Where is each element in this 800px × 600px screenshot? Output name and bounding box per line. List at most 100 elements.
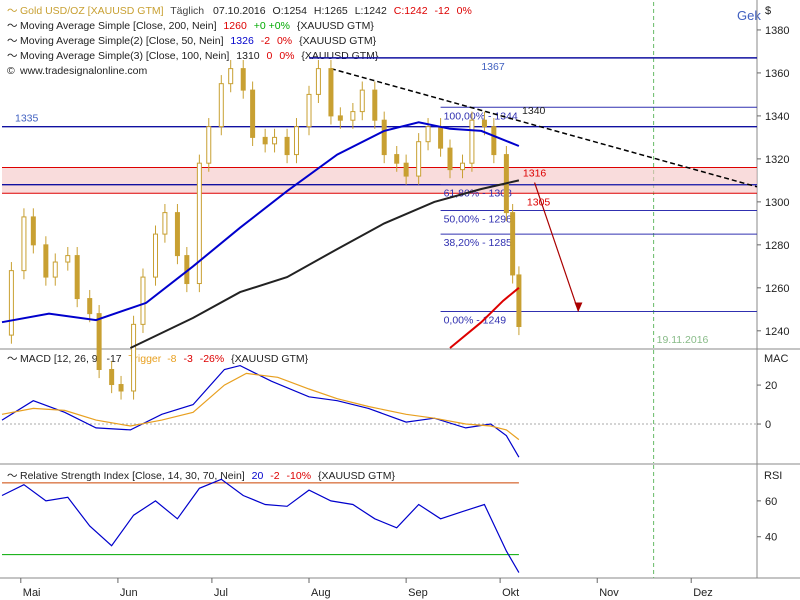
candle-body [162,212,168,235]
date-marker-label: 19.11.2016 [657,334,709,346]
candle-body [516,274,522,328]
candle-body [284,136,290,156]
rsi-tick-label: 40 [765,532,777,544]
candle-body [438,126,444,149]
macd-trigger-line [1,372,520,441]
candle-body [174,212,180,257]
header-icon: 〜 [7,20,18,32]
candle-body [30,216,36,246]
price-header: 〜 Gold USD/OZ [XAUUSD GTM] Täglich 07.10… [7,5,472,77]
candle-body [131,323,137,392]
header-ma200: Moving Average Simple [Close, 200, Nein]… [20,20,374,32]
rsi-header-text: Relative Strength Index [Close, 14, 30, … [20,470,395,482]
price-tick-label: 1360 [765,68,789,80]
candle-body [52,261,58,278]
candle-body [403,162,409,177]
candle-body [87,298,93,315]
header-ma100: Moving Average Simple(3) [Close, 100, Ne… [20,50,379,62]
macd-tick-label: 20 [765,380,777,392]
candle-body [240,68,246,91]
candle-body [460,162,466,171]
header-credit: www.tradesignalonline.com [19,65,147,77]
plot-layer: 1240 1260 1280 1300 1320 1340 1360 1380 0 20 40 60 M… [0,0,800,599]
candle-body [425,126,431,143]
candle-body [359,89,365,113]
rsi-header: 〜 Relative Strength Index [Close, 14, 30… [7,470,395,482]
zone-label: 1316 [523,167,547,179]
month-label: Mai [23,587,41,599]
copyright-icon: © [7,65,15,77]
price-tick-label: 1320 [765,154,789,166]
candle-body [218,83,224,128]
candle-body [206,126,212,164]
candle-body [74,255,80,300]
fib-label: 38,20% - 1285 [444,237,512,249]
macd-line [1,364,520,458]
candle-body [65,255,71,263]
candle-body [228,68,234,85]
candle-body [337,115,343,121]
currency-label: $ [765,5,771,17]
candle-body [262,136,268,145]
fib-label: 50,00% - 1296 [444,213,512,225]
header-icon: 〜 [7,35,18,47]
price-tick-label: 1300 [765,197,789,209]
month-label: Dez [693,587,713,599]
header-ma50: Moving Average Simple(2) [Close, 50, Nei… [20,35,377,47]
price-tick-label: 1240 [765,326,789,338]
fib-label: 1340 [522,105,546,117]
month-label: Nov [599,587,619,599]
candle-body [8,270,14,336]
arrow-head [574,302,583,312]
candle-body [109,368,115,386]
candle-body [350,111,356,121]
candle-body [272,136,278,145]
rsi-axis-label: RSI [764,470,782,482]
month-label: Okt [502,587,519,599]
candle-body [469,119,475,164]
fib-label: 100,00% - 1344 [444,110,518,122]
candle-body [416,141,422,177]
price-tick-label: 1260 [765,283,789,295]
zone-label: 1305 [527,196,551,208]
candle-body [118,384,124,392]
candle-body [196,162,202,285]
candle-body [491,126,497,156]
price-tick-label: 1280 [765,240,789,252]
resistance-zone [2,167,757,194]
candle-body [510,212,516,276]
rsi-tick-label: 60 [765,496,777,508]
macd-header: 〜 MACD [12, 26, 9] -17 Trigger -8 -3 -26… [7,353,309,365]
candle-body [293,126,299,156]
candle-body [447,147,453,171]
macd-axis-label: MAC [764,353,789,365]
candle-body [328,68,334,117]
rsi-line [1,478,520,573]
header-icon: 〜 [7,50,18,62]
month-label: Aug [311,587,331,599]
candle-body [394,154,400,164]
candle-body [381,119,387,156]
stock-chart: 〜 Gold USD/OZ [XAUUSD GTM] Täglich 07.10… [0,0,800,599]
candle-body [21,216,27,272]
fib-label: 0,00% - 1249 [444,314,507,326]
month-label: Jun [120,587,138,599]
level-label: 1367 [481,61,505,73]
month-label: Jul [214,587,228,599]
month-label: Sep [408,587,428,599]
candle-body [372,89,378,121]
price-tick-label: 1340 [765,111,789,123]
macd-header-text: MACD [12, 26, 9] -17 Trigger -8 -3 -26% … [20,353,309,365]
header-icon: 〜 [7,5,18,17]
candle-body [140,276,146,325]
header-corner: Gek [737,8,761,23]
candle-body [153,233,159,278]
candle-body [315,68,321,95]
candle-body [250,89,256,138]
candle-body [481,119,487,128]
header-line1: Gold USD/OZ [XAUUSD GTM] Täglich 07.10.2… [20,5,472,17]
candle-body [96,313,102,370]
candle-body [43,244,49,278]
macd-tick-label: 0 [765,419,771,431]
projection-arrow [534,182,579,312]
